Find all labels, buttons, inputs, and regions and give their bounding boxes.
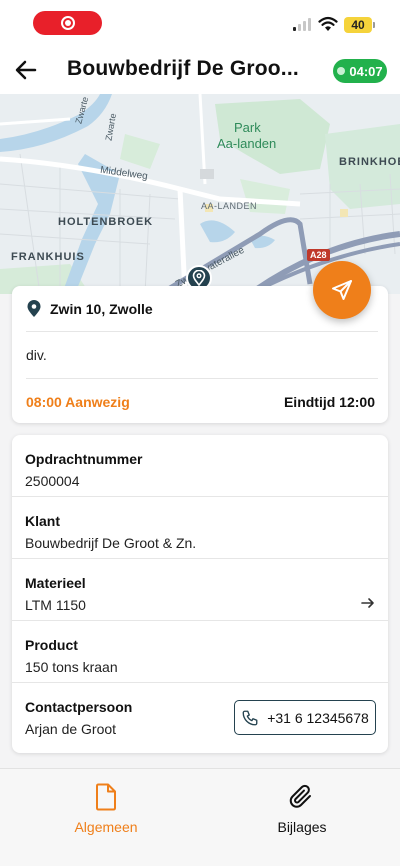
end-time: Eindtijd 12:00 bbox=[283, 394, 375, 410]
tab-general[interactable]: Algemeen bbox=[46, 783, 166, 835]
page-title: Bouwbedrijf De Groo... bbox=[67, 57, 299, 80]
arrow-right-icon[interactable] bbox=[360, 595, 376, 611]
divider bbox=[26, 378, 378, 379]
field-order-number: Opdrachtnummer 2500004 bbox=[12, 435, 388, 497]
timer-badge[interactable]: 04:07 bbox=[333, 59, 387, 83]
field-label: Contactpersoon bbox=[25, 699, 133, 715]
field-customer: Klant Bouwbedrijf De Groot & Zn. bbox=[12, 497, 388, 559]
send-icon bbox=[332, 280, 352, 300]
map-label-aa-landen-park: Aa-landen bbox=[217, 136, 277, 151]
map-label-aa-landen: AA-LANDEN bbox=[201, 201, 258, 211]
field-value: LTM 1150 bbox=[25, 597, 86, 613]
timer-value: 04:07 bbox=[349, 63, 383, 79]
phone-number: +31 6 12345678 bbox=[267, 709, 369, 726]
map-label-frankhuis: FRANKHUIS bbox=[11, 251, 85, 263]
map-label-holtenbroek: HOLTENBROEK bbox=[58, 216, 154, 228]
status-bar: 40 bbox=[0, 0, 400, 46]
field-equipment[interactable]: Materieel LTM 1150 bbox=[12, 559, 388, 621]
highway-shield-a28: A28 bbox=[307, 249, 330, 261]
wifi-icon bbox=[318, 16, 338, 31]
job-description: div. bbox=[26, 347, 47, 363]
field-value: Arjan de Groot bbox=[25, 721, 117, 737]
record-icon bbox=[60, 16, 75, 30]
field-label: Klant bbox=[25, 513, 60, 529]
screen-recording-indicator[interactable] bbox=[33, 11, 102, 35]
tab-general-label: Algemeen bbox=[74, 819, 138, 835]
field-value: 150 tons kraan bbox=[25, 659, 118, 675]
app-header: Bouwbedrijf De Groo... 04:07 bbox=[0, 46, 400, 94]
field-label: Materieel bbox=[25, 575, 86, 591]
paperclip-icon bbox=[289, 784, 311, 808]
call-contact-button[interactable]: +31 6 12345678 bbox=[234, 700, 376, 735]
divider bbox=[26, 331, 378, 332]
document-icon bbox=[96, 783, 116, 811]
arrow-left-icon bbox=[15, 60, 37, 80]
timer-dot-icon bbox=[337, 67, 346, 75]
field-product: Product 150 tons kraan bbox=[12, 621, 388, 683]
address-row[interactable]: Zwin 10, Zwolle bbox=[26, 300, 153, 318]
back-button[interactable] bbox=[12, 56, 40, 84]
navigate-button[interactable] bbox=[313, 261, 371, 319]
tab-attachments[interactable]: Bijlages bbox=[242, 783, 362, 835]
map-pin-icon bbox=[192, 270, 206, 286]
field-label: Opdrachtnummer bbox=[25, 451, 143, 467]
battery-indicator: 40 bbox=[344, 17, 375, 33]
location-pin-icon bbox=[27, 300, 41, 317]
map-label-park: Park bbox=[234, 120, 261, 135]
field-value: 2500004 bbox=[25, 473, 80, 489]
phone-icon bbox=[242, 710, 258, 725]
presence-time: 08:00 Aanwezig bbox=[26, 394, 130, 410]
job-details-card: Opdrachtnummer 2500004 Klant Bouwbedrijf… bbox=[12, 435, 388, 753]
address-text: Zwin 10, Zwolle bbox=[50, 301, 153, 317]
field-value: Bouwbedrijf De Groot & Zn. bbox=[25, 535, 197, 551]
tab-attachments-label: Bijlages bbox=[277, 819, 327, 835]
bottom-navigation: Algemeen Bijlages bbox=[0, 768, 400, 866]
map-label-brinkhoe: BRINKHOE bbox=[339, 156, 400, 168]
field-label: Product bbox=[25, 637, 78, 653]
cellular-signal-icon bbox=[293, 18, 311, 31]
